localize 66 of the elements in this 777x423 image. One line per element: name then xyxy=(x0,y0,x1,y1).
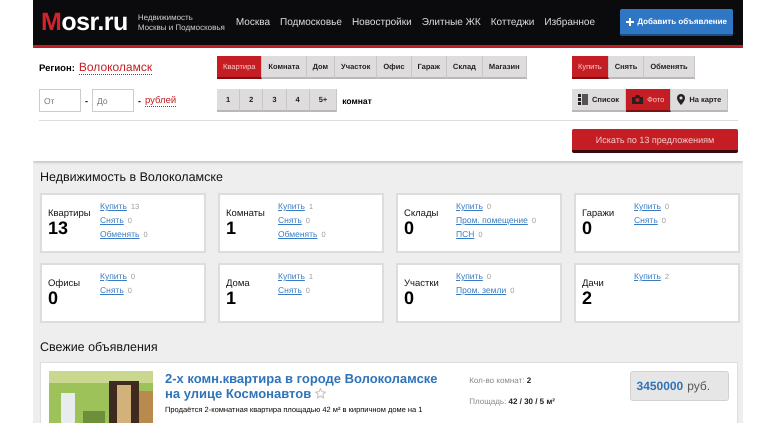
section-title: Свежие объявления xyxy=(40,340,159,354)
category-title: Дома xyxy=(226,278,251,289)
category-title: Участки xyxy=(404,278,440,289)
category-link[interactable]: Обменять xyxy=(278,229,318,239)
price-to-field[interactable]: До xyxy=(92,89,134,112)
star-icon[interactable] xyxy=(315,388,326,399)
category-count: 0 xyxy=(404,219,416,238)
category-title: Комнаты xyxy=(226,208,266,219)
nav-link[interactable]: Новостройки xyxy=(346,17,417,28)
category-link[interactable]: ПСН xyxy=(456,229,474,239)
nav-link[interactable]: Коттеджи xyxy=(486,17,540,28)
nav-link[interactable]: Элитные ЖК xyxy=(416,17,486,28)
category-link[interactable]: Снять xyxy=(634,215,658,225)
section-title: Недвижимость в Волоколамске xyxy=(40,170,224,184)
category-link[interactable]: Снять xyxy=(100,285,124,295)
dash: - xyxy=(85,96,88,106)
map-pin-icon xyxy=(677,94,686,105)
category-title: Склады xyxy=(404,208,440,219)
category-link[interactable]: Купить xyxy=(634,271,661,281)
category-link[interactable]: Снять xyxy=(278,215,302,225)
site-tagline: Недвижимость Москвы и Подмосковья xyxy=(138,12,225,32)
currency-link[interactable]: рублей xyxy=(145,94,176,106)
category-title: Дачи xyxy=(582,278,605,289)
category-link[interactable]: Снять xyxy=(100,215,124,225)
price-value: 3450000 xyxy=(636,379,684,393)
region-label: Регион: xyxy=(39,63,75,74)
category-count: 13 xyxy=(48,219,70,238)
category-count: 0 xyxy=(582,219,594,238)
category-count: 2 xyxy=(582,289,594,308)
region-link[interactable]: Волоколамск xyxy=(78,60,152,75)
nav-link[interactable]: Избранное xyxy=(539,17,600,28)
spec-value: 42 / 30 / 5 м² xyxy=(508,397,555,406)
category-link[interactable]: Купить xyxy=(456,271,483,281)
site-logo[interactable]: Mosr.ru xyxy=(41,8,128,37)
category-count: 1 xyxy=(226,219,238,238)
category-link[interactable]: Снять xyxy=(278,285,302,295)
dash: - xyxy=(138,96,141,106)
listing-title[interactable]: 2-х комн.квартира в городе Волоколамске на улице Космонавтов xyxy=(165,371,448,401)
rooms-label: комнат xyxy=(342,96,372,106)
category-link[interactable]: Купить xyxy=(278,201,305,211)
category-link[interactable]: Пром. помещение xyxy=(456,215,528,225)
category-link[interactable]: Пром. земли xyxy=(456,285,506,295)
add-listing-button[interactable]: Добавить объявление xyxy=(620,9,733,36)
nav-link[interactable]: Москва xyxy=(230,17,275,28)
category-link[interactable]: Купить xyxy=(456,201,483,211)
camera-icon xyxy=(632,95,644,104)
category-link[interactable]: Обменять xyxy=(100,229,140,239)
category-link[interactable]: Купить xyxy=(634,201,661,211)
category-title: Офисы xyxy=(48,278,82,289)
plus-icon xyxy=(626,18,634,26)
category-title: Гаражи xyxy=(582,208,616,219)
spec-label: Площадь: xyxy=(469,397,506,406)
category-link[interactable]: Купить xyxy=(100,201,127,211)
price-currency: руб. xyxy=(687,379,710,393)
category-title: Квартиры xyxy=(48,208,92,219)
spec-value: 2 xyxy=(526,376,532,385)
search-button[interactable]: Искать по 13 предложениям xyxy=(572,129,738,153)
category-count: 0 xyxy=(404,289,416,308)
category-link[interactable]: Купить xyxy=(278,271,305,281)
nav-link[interactable]: Подмосковье xyxy=(275,17,347,28)
spec-label: Кол-во комнат: xyxy=(469,376,524,385)
category-count: 0 xyxy=(48,289,60,308)
category-count: 1 xyxy=(226,289,238,308)
category-link[interactable]: Купить xyxy=(100,271,127,281)
list-icon xyxy=(578,94,588,105)
price-from-field[interactable]: От xyxy=(39,89,81,112)
